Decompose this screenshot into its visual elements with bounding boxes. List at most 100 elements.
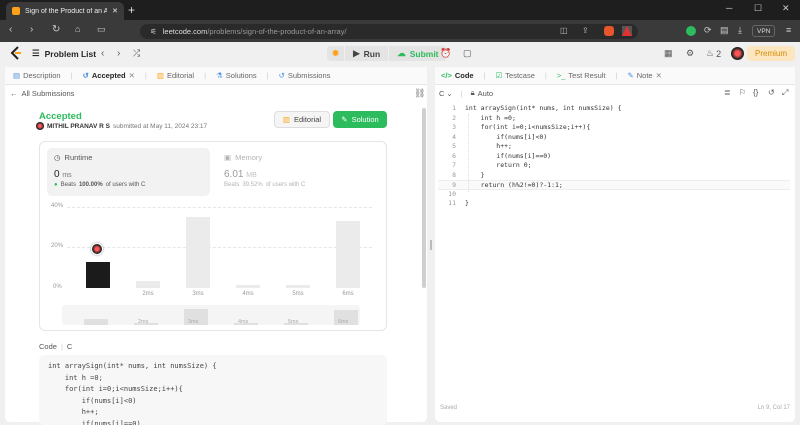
fullscreen-icon[interactable]: ⤢ [782,88,788,98]
next-problem-icon[interactable]: › [117,48,120,59]
new-tab-icon[interactable]: + [128,3,135,17]
editorial-button[interactable]: ▥ Editorial [274,111,330,128]
maximize-icon[interactable]: ☐ [754,3,762,14]
editor-line: 5 h++; [438,142,790,152]
memory-card[interactable]: ▣ Memory 6.01 MB Beats 39.52% of users with… [217,148,380,196]
tab-separator: | [70,71,73,80]
streak-counter[interactable]: ♨ 2 [706,48,721,59]
language-value: C [439,88,445,98]
tab-editorial[interactable]: ▥ Editorial [157,71,194,80]
line-number: 7 [452,161,456,169]
tab-test-result[interactable]: >_ Test Result [557,71,606,80]
extension-green-icon[interactable] [686,26,696,36]
minimize-icon[interactable]: ─ [726,3,732,13]
histogram-bar-5ms[interactable] [286,284,310,288]
layout-icon[interactable]: ▦ [664,48,673,59]
my-submission-avatar[interactable] [91,243,103,255]
code-brackets-icon: </> [441,71,452,80]
histogram-bar-6ms[interactable] [336,221,360,288]
author-avatar[interactable] [36,122,44,130]
braces-icon[interactable]: {} [753,88,758,97]
tab-title: Sign of the Product of an Array [25,7,108,15]
histogram-bar-4ms[interactable] [236,284,260,288]
editor-line: 8 } [438,171,790,181]
timer-icon[interactable]: ⏰ [440,48,451,59]
avatar[interactable] [731,47,744,60]
close-tab-note-icon[interactable]: ✕ [656,71,662,80]
panel-resize-handle[interactable] [430,240,432,250]
histogram-bar-2ms[interactable] [136,280,160,288]
left-scrollbar[interactable] [422,108,426,288]
editor-line: 1 int arraySign(int* nums, int numsSize) … [438,104,790,114]
reload-icon[interactable]: ↻ [52,24,60,35]
menu-icon[interactable]: ≡ [786,25,791,35]
memory-unit: MB [246,172,257,179]
home-icon[interactable]: ⌂ [75,24,80,34]
language-select[interactable]: C ⌄ [439,89,453,98]
tab-code[interactable]: </> Code [441,71,474,80]
settings-gear-icon[interactable]: ⚙ [686,48,694,59]
notes-icon[interactable]: ▢ [463,48,472,59]
close-window-icon[interactable]: ✕ [782,3,790,14]
histogram-bar-0ms[interactable] [86,261,110,288]
submit-button[interactable]: ☁ Submit [389,46,447,61]
premium-label: Premium [755,49,788,58]
tab-code-label: Code [454,71,474,80]
editor-line: 6 if(nums[i]==0) [438,152,790,162]
shuffle-icon[interactable]: ⤮ [133,48,140,59]
tab-editorial-label: Editorial [166,71,195,80]
share-icon[interactable]: ⇪ [582,26,589,35]
histogram-bar-3ms[interactable] [186,217,210,288]
tab-note[interactable]: ✎ Note ✕ [627,71,661,80]
memory-beats-pct: 39.52% [242,182,263,188]
close-tab-accepted-icon[interactable]: ✕ [129,71,135,80]
run-label: Run [363,48,381,59]
code-editor[interactable]: 1 int arraySign(int* nums, int numsSize) … [438,104,790,404]
editor-line: 4 if(nums[i]<0) [438,133,790,143]
runtime-value-row: 0 ms [54,169,72,180]
edit-icon: ✎ [341,115,348,124]
forward-icon[interactable]: › [30,24,33,35]
site-info-icon[interactable]: ⚟ [150,27,157,36]
close-tab-icon[interactable]: ✕ [112,7,118,15]
link-icon[interactable]: ⛓ [414,88,425,99]
vpn-button[interactable]: VPN [752,25,776,37]
back-icon[interactable]: ‹ [9,24,12,35]
bookmarks-icon[interactable]: ▭ [97,24,106,35]
history-icon: ↺ [82,71,89,80]
all-submissions-link[interactable]: ← All Submissions [10,89,74,98]
lock-icon: 🔒︎ [470,88,475,97]
tab-solutions[interactable]: ⚗ Solutions [216,71,257,80]
runtime-label: Runtime [64,153,93,162]
tab-submissions[interactable]: ↺ Submissions [279,71,331,80]
brave-rewards-icon[interactable] [622,26,632,36]
screenshot-icon[interactable]: ◫ [560,26,568,35]
tab-accepted[interactable]: ↺ Accepted ✕ [83,71,135,80]
checkbox-icon: ☑ [495,71,503,80]
tab-separator: | [544,71,547,80]
code-line: if(nums[i]<0) [48,396,137,405]
leetcode-logo-icon[interactable] [9,46,23,60]
debug-button[interactable]: ✹ [327,46,345,61]
bookmark-icon[interactable]: ⚐ [739,88,746,97]
extension-icon[interactable]: ⟳ [704,25,712,36]
reset-icon[interactable]: ↺ [768,88,775,97]
tab-testcase[interactable]: ☑ Testcase [496,71,535,80]
brave-shield-icon[interactable] [604,26,614,36]
submitted-code-block[interactable]: int arraySign(int* nums, int numsSize) {… [39,355,387,425]
run-button[interactable]: ▶ Run [345,46,389,61]
format-icon[interactable]: ≣ [724,88,731,97]
terminal-icon: >_ [556,71,566,80]
solution-button[interactable]: ✎ Solution [333,111,387,128]
problem-list-link[interactable]: ☰ Problem List [32,48,96,59]
bug-icon: ✹ [332,48,340,58]
browser-tab[interactable]: Sign of the Product of an Array ✕ [6,2,124,20]
tab-description[interactable]: ▤ Description [13,71,61,80]
premium-button[interactable]: Premium [747,46,796,61]
sidebar-icon[interactable]: ▤ [720,25,729,36]
code-line: int arraySign(int* nums, int numsSize) { [48,362,217,370]
author-name[interactable]: MITHIL PRANAV R S [47,123,110,130]
prev-problem-icon[interactable]: ‹ [101,48,104,59]
autocomplete-mode[interactable]: 🔒︎ Auto [471,88,493,98]
downloads-icon[interactable]: ⤓ [738,25,742,36]
